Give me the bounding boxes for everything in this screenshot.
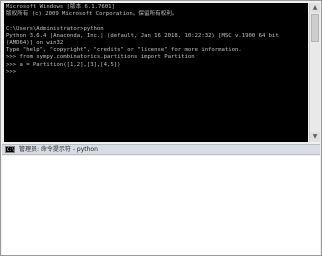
console-output-area[interactable]: Microsoft Windows [版本 6.1.7601] 版权所有 (c) … [4, 3, 308, 142]
command-prompt-window: Microsoft Windows [版本 6.1.7601] 版权所有 (c) … [0, 0, 322, 256]
scrollbar-thumb[interactable] [311, 14, 319, 42]
console-prompt-line[interactable]: >>> [6, 69, 308, 76]
console-line: Type "help", "copyright", "credits" or "… [6, 47, 242, 54]
console-line: >>> from sympy.combinatorics.partitions … [6, 54, 195, 61]
scroll-up-icon[interactable]: ▲ [310, 3, 320, 13]
console-text: Microsoft Windows [版本 6.1.7601] 版权所有 (c) … [4, 3, 308, 76]
empty-window-area [2, 156, 320, 255]
console-line: Python 3.6.4 |Anaconda, Inc.| (default, … [6, 32, 283, 46]
vertical-scrollbar[interactable]: ▲ ▼ [309, 3, 320, 142]
console-line: C:\Users\Administrator>python [6, 25, 104, 32]
console-line: 版权所有 (c) 2009 Microsoft Corporation。保留所有… [6, 11, 178, 18]
scroll-down-icon[interactable]: ▼ [310, 132, 320, 142]
title-bar[interactable]: C:\ 管理员: 命令提示符 - python [2, 144, 320, 155]
terminal-icon: C:\ [5, 146, 15, 153]
console-line: >>> a = Partition([1,2],[3],[4,5]) [6, 61, 121, 68]
window-title: 管理员: 命令提示符 - python [19, 146, 98, 153]
